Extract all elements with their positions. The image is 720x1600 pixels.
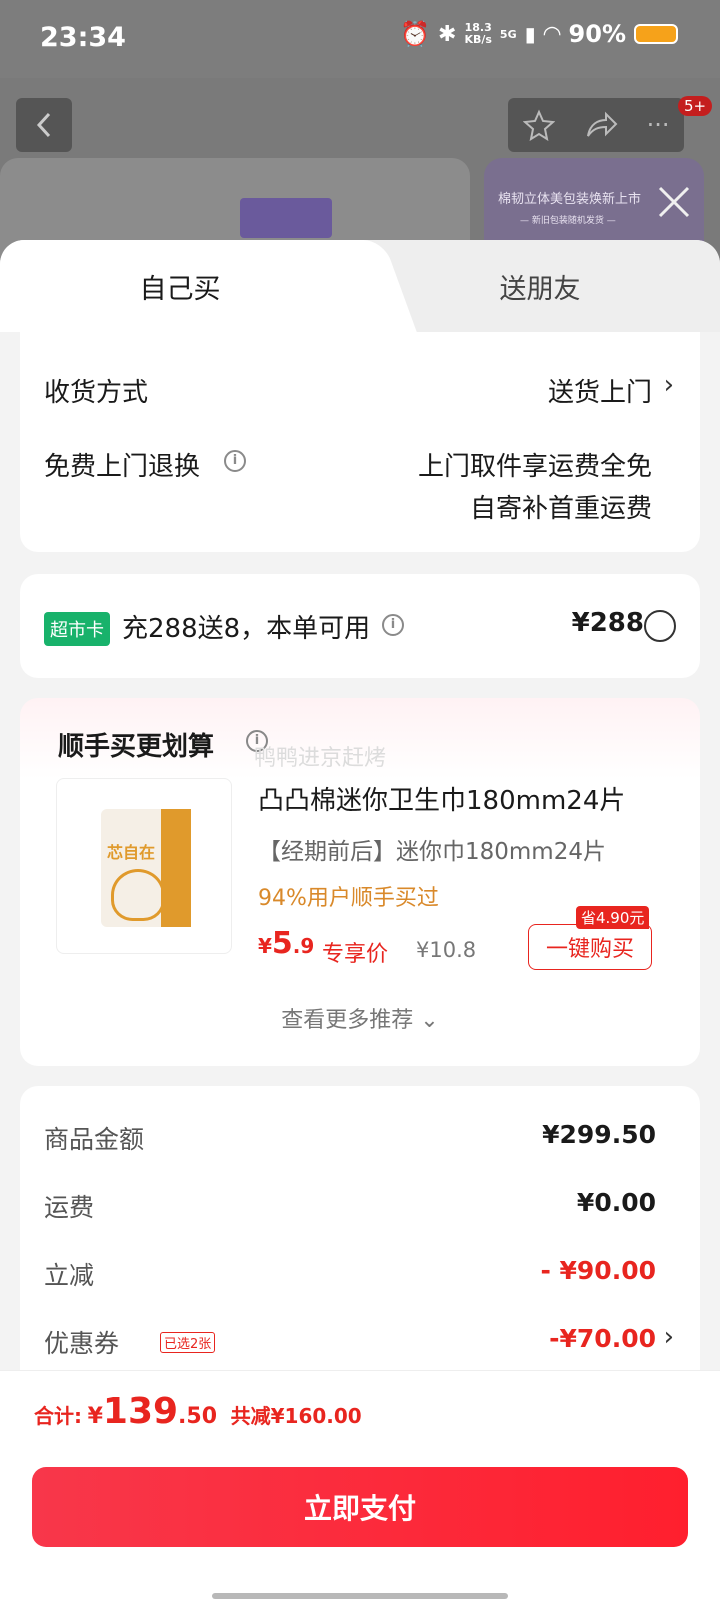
free-return-line1: 上门取件享运费全免 xyxy=(417,452,652,482)
goods-amount-row: 商品金额 ¥299.50 xyxy=(44,1120,656,1160)
one-click-buy-button[interactable]: 一键购买 xyxy=(528,924,652,970)
notification-badge: 5+ xyxy=(678,96,713,116)
info-icon[interactable]: i xyxy=(224,450,246,472)
network-type: 5G xyxy=(499,27,517,41)
coupon-label: 优惠券 xyxy=(44,1329,120,1358)
more-icon[interactable]: ··· xyxy=(647,111,670,139)
goods-amount-value: ¥299.50 xyxy=(542,1120,656,1149)
supermarket-card-tag: 超市卡 xyxy=(44,612,110,646)
price-label: 专享价 xyxy=(322,942,389,967)
top-actions: ··· xyxy=(508,98,684,152)
product-pack-brand: 芯自在 xyxy=(107,843,156,862)
battery-percent: 90% xyxy=(568,20,626,48)
pay-now-button[interactable]: 立即支付 xyxy=(32,1467,688,1547)
product-thumbnail xyxy=(240,198,332,238)
coupon-value: -¥70.00 xyxy=(549,1324,656,1353)
free-return-label: 免费上门退换 xyxy=(44,452,201,482)
shipping-value: ¥0.00 xyxy=(576,1188,656,1217)
total-saved: 共减¥160.00 xyxy=(230,1404,362,1428)
status-bar: 23:34 ⏰ ✱ 18.3 KB/s 5G ▮ ◠ 90% xyxy=(0,0,720,78)
supermarket-card-price: ¥288 xyxy=(571,608,644,638)
free-return-line2: 自寄补首重运费 xyxy=(469,494,652,524)
save-badge: 省4.90元 xyxy=(576,906,650,929)
discount-label: 立减 xyxy=(44,1261,95,1290)
supermarket-card-row[interactable]: 超市卡 充288送8，本单可用 i ¥288 xyxy=(20,574,700,678)
delivery-method-value[interactable]: 送货上门 xyxy=(548,372,652,409)
coupon-row[interactable]: 优惠券 已选2张 -¥70.00 xyxy=(44,1324,656,1364)
status-icons: ⏰ ✱ 18.3 KB/s 5G ▮ ◠ 90% xyxy=(400,20,678,48)
shipping-label: 运费 xyxy=(44,1193,95,1222)
share-icon[interactable] xyxy=(584,110,618,140)
battery-icon xyxy=(634,24,678,44)
delivery-method-label: 收货方式 xyxy=(44,378,149,408)
buy-mode-tabs: 送朋友 自己买 xyxy=(0,240,720,332)
supermarket-card-radio[interactable] xyxy=(644,610,676,642)
total-decimal: .50 xyxy=(178,1404,218,1429)
chevron-down-icon: ⌄ xyxy=(420,1008,439,1033)
chevron-right-icon[interactable]: › xyxy=(664,1322,674,1352)
product-price: ¥5.9 xyxy=(258,926,315,961)
net-speed: 18.3 KB/s xyxy=(464,21,492,46)
supermarket-card-text: 充288送8，本单可用 xyxy=(122,614,371,644)
chevron-left-icon xyxy=(36,112,51,138)
chevron-right-icon[interactable]: › xyxy=(664,370,674,400)
product-pack: 芯自在 xyxy=(101,809,191,927)
product-image[interactable]: 芯自在 xyxy=(56,778,232,954)
watermark-text: 鸭鸭进京赶烤 xyxy=(254,746,387,771)
fee-summary-card: 商品金额 ¥299.50 运费 ¥0.00 立减 - ¥90.00 优惠券 已选… xyxy=(20,1086,700,1406)
more-recommendations-label: 查看更多推荐 xyxy=(281,1008,414,1033)
discount-row: 立减 - ¥90.00 xyxy=(44,1256,656,1296)
alarm-icon: ⏰ xyxy=(400,20,430,48)
tab-gift-friend[interactable]: 送朋友 xyxy=(360,240,720,332)
status-time: 23:34 xyxy=(40,22,126,53)
total-currency: ¥ xyxy=(87,1404,103,1429)
product-stat: 94%用户顺手买过 xyxy=(258,886,439,911)
product-name[interactable]: 凸凸棉迷你卫生巾180mm24片 xyxy=(258,780,625,817)
checkout-footer: 合计: ¥139.50 共减¥160.00 立即支付 xyxy=(0,1370,720,1600)
goods-amount-label: 商品金额 xyxy=(44,1125,145,1154)
wifi-icon: ◠ xyxy=(543,21,561,47)
back-button[interactable] xyxy=(16,98,72,152)
signal-icon: ▮ xyxy=(524,22,536,46)
star-icon[interactable] xyxy=(522,109,555,141)
order-total: 合计: ¥139.50 共减¥160.00 xyxy=(34,1391,362,1432)
shipping-row: 运费 ¥0.00 xyxy=(44,1188,656,1228)
delivery-card: 收货方式 送货上门 › 免费上门退换 i 上门取件享运费全免 自寄补首重运费 xyxy=(20,332,700,552)
total-label: 合计: xyxy=(34,1404,82,1428)
home-indicator[interactable] xyxy=(212,1593,508,1599)
discount-value: - ¥90.00 xyxy=(540,1256,656,1285)
coupon-selected-tag: 已选2张 xyxy=(160,1332,216,1353)
bluetooth-icon: ✱ xyxy=(438,21,457,47)
product-subtitle: 【经期前后】迷你巾180mm24片 xyxy=(258,839,606,865)
close-icon[interactable] xyxy=(652,180,696,224)
recommendation-card: 顺手买更划算 i 鸭鸭进京赶烤 芯自在 凸凸棉迷你卫生巾180mm24片 【经期… xyxy=(20,698,700,1066)
original-price: ¥10.8 xyxy=(416,938,477,962)
info-icon[interactable]: i xyxy=(382,614,404,636)
more-recommendations-link[interactable]: 查看更多推荐 ⌄ xyxy=(20,1002,700,1034)
recommendation-title: 顺手买更划算 xyxy=(58,732,215,762)
cat-mascot-icon xyxy=(111,869,165,921)
tab-buy-self[interactable]: 自己买 xyxy=(0,240,360,332)
total-integer: 139 xyxy=(102,1391,179,1432)
